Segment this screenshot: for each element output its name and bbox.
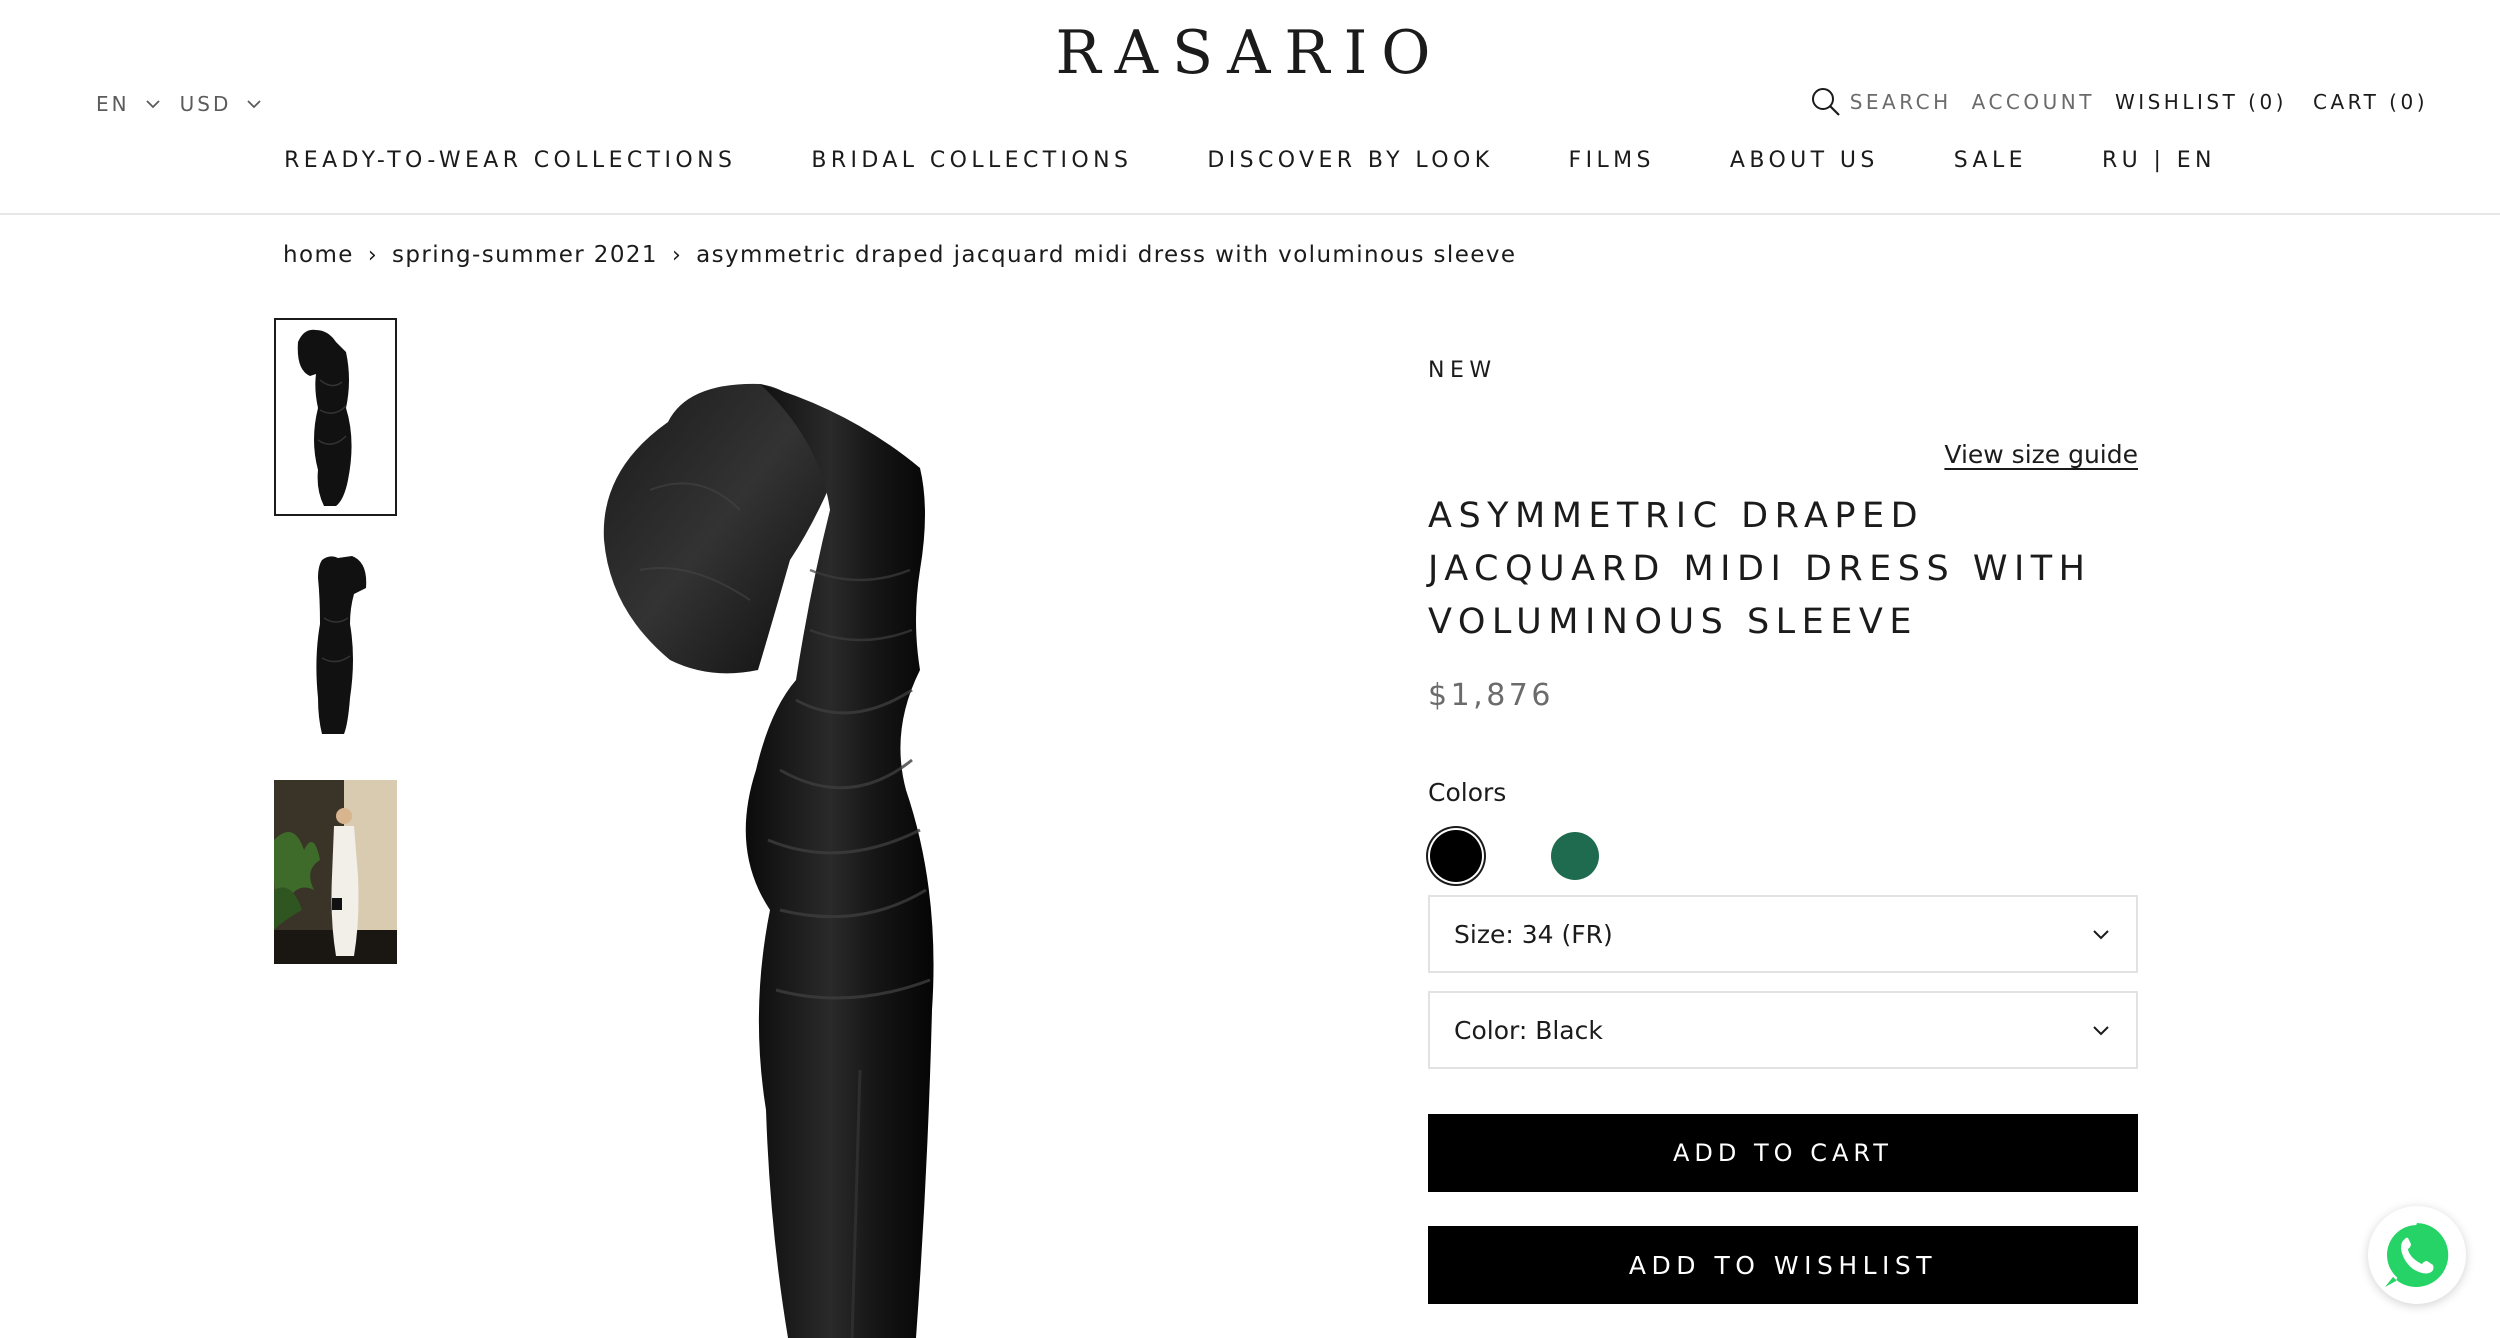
new-badge: NEW [1428,358,1497,383]
search-icon [1811,88,1840,116]
product-price: $1,876 [1428,678,1554,713]
main-nav: READY-TO-WEAR COLLECTIONS BRIDAL COLLECT… [0,148,2500,173]
breadcrumb-collection[interactable]: spring-summer 2021 [392,242,658,268]
language-selector[interactable]: EN [96,92,162,116]
whatsapp-chat-button[interactable] [2368,1206,2466,1304]
product-thumbnail-2[interactable] [274,548,397,740]
nav-item-about-us[interactable]: ABOUT US [1730,148,1879,173]
site-header: RASARIO EN USD SEARCH ACCOUNT WISHLIST (… [0,0,2500,215]
nav-item-ready-to-wear[interactable]: READY-TO-WEAR COLLECTIONS [284,148,736,173]
nav-item-language-switch[interactable]: RU | EN [2102,148,2216,173]
product-title: ASYMMETRIC DRAPED JACQUARD MIDI DRESS WI… [1428,496,2092,642]
cart-link[interactable]: CART (0) [2313,90,2428,114]
nav-item-films[interactable]: FILMS [1569,148,1655,173]
dress-image [603,383,934,1338]
breadcrumb: home › spring-summer 2021 › asymmetric d… [283,242,1516,268]
dress-thumbnail-image [276,320,395,514]
color-swatch-green[interactable] [1551,832,1599,880]
breadcrumb-current: asymmetric draped jacquard midi dress wi… [696,242,1517,268]
size-select[interactable]: Size: 34 (FR) [1428,895,2138,973]
nav-item-sale[interactable]: SALE [1954,148,2027,173]
color-swatch-black[interactable] [1430,830,1482,882]
nav-item-bridal[interactable]: BRIDAL COLLECTIONS [811,148,1132,173]
wishlist-link[interactable]: WISHLIST (0) [2115,90,2287,114]
size-select-value: Size: 34 (FR) [1454,919,1613,949]
lookbook-photo-thumbnail [274,780,397,964]
size-guide-link[interactable]: View size guide [1944,440,2138,469]
add-to-cart-button[interactable]: ADD TO CART [1428,1114,2138,1192]
color-select-value: Color: Black [1454,1015,1603,1045]
colors-label: Colors [1428,778,1507,807]
currency-value: USD [179,92,232,116]
nav-item-discover-by-look[interactable]: DISCOVER BY LOOK [1207,148,1493,173]
search-button[interactable]: SEARCH [1810,86,1952,118]
product-thumbnail-3[interactable] [274,780,397,964]
product-thumbnail-1[interactable] [274,318,397,516]
breadcrumb-separator: › [367,242,379,268]
account-link[interactable]: ACCOUNT [1972,90,2095,114]
chevron-down-icon [145,100,160,109]
chevron-down-icon [2093,1026,2109,1036]
site-logo[interactable]: RASARIO [0,18,2500,88]
breadcrumb-separator: › [671,242,683,268]
whatsapp-icon [2385,1223,2449,1287]
locale-selector: EN USD [96,92,263,116]
language-value: EN [96,92,130,116]
color-select[interactable]: Color: Black [1428,991,2138,1069]
chevron-down-icon [247,100,261,109]
header-links: SEARCH ACCOUNT WISHLIST (0) CART (0) [1810,86,2428,118]
currency-selector[interactable]: USD [180,92,264,116]
breadcrumb-home[interactable]: home [283,242,354,268]
main-product-image[interactable] [560,370,1120,1338]
search-label: SEARCH [1849,90,1952,114]
add-to-wishlist-button[interactable]: ADD TO WISHLIST [1428,1226,2138,1304]
chevron-down-icon [2093,930,2109,940]
dress-back-thumbnail-image [274,548,397,740]
